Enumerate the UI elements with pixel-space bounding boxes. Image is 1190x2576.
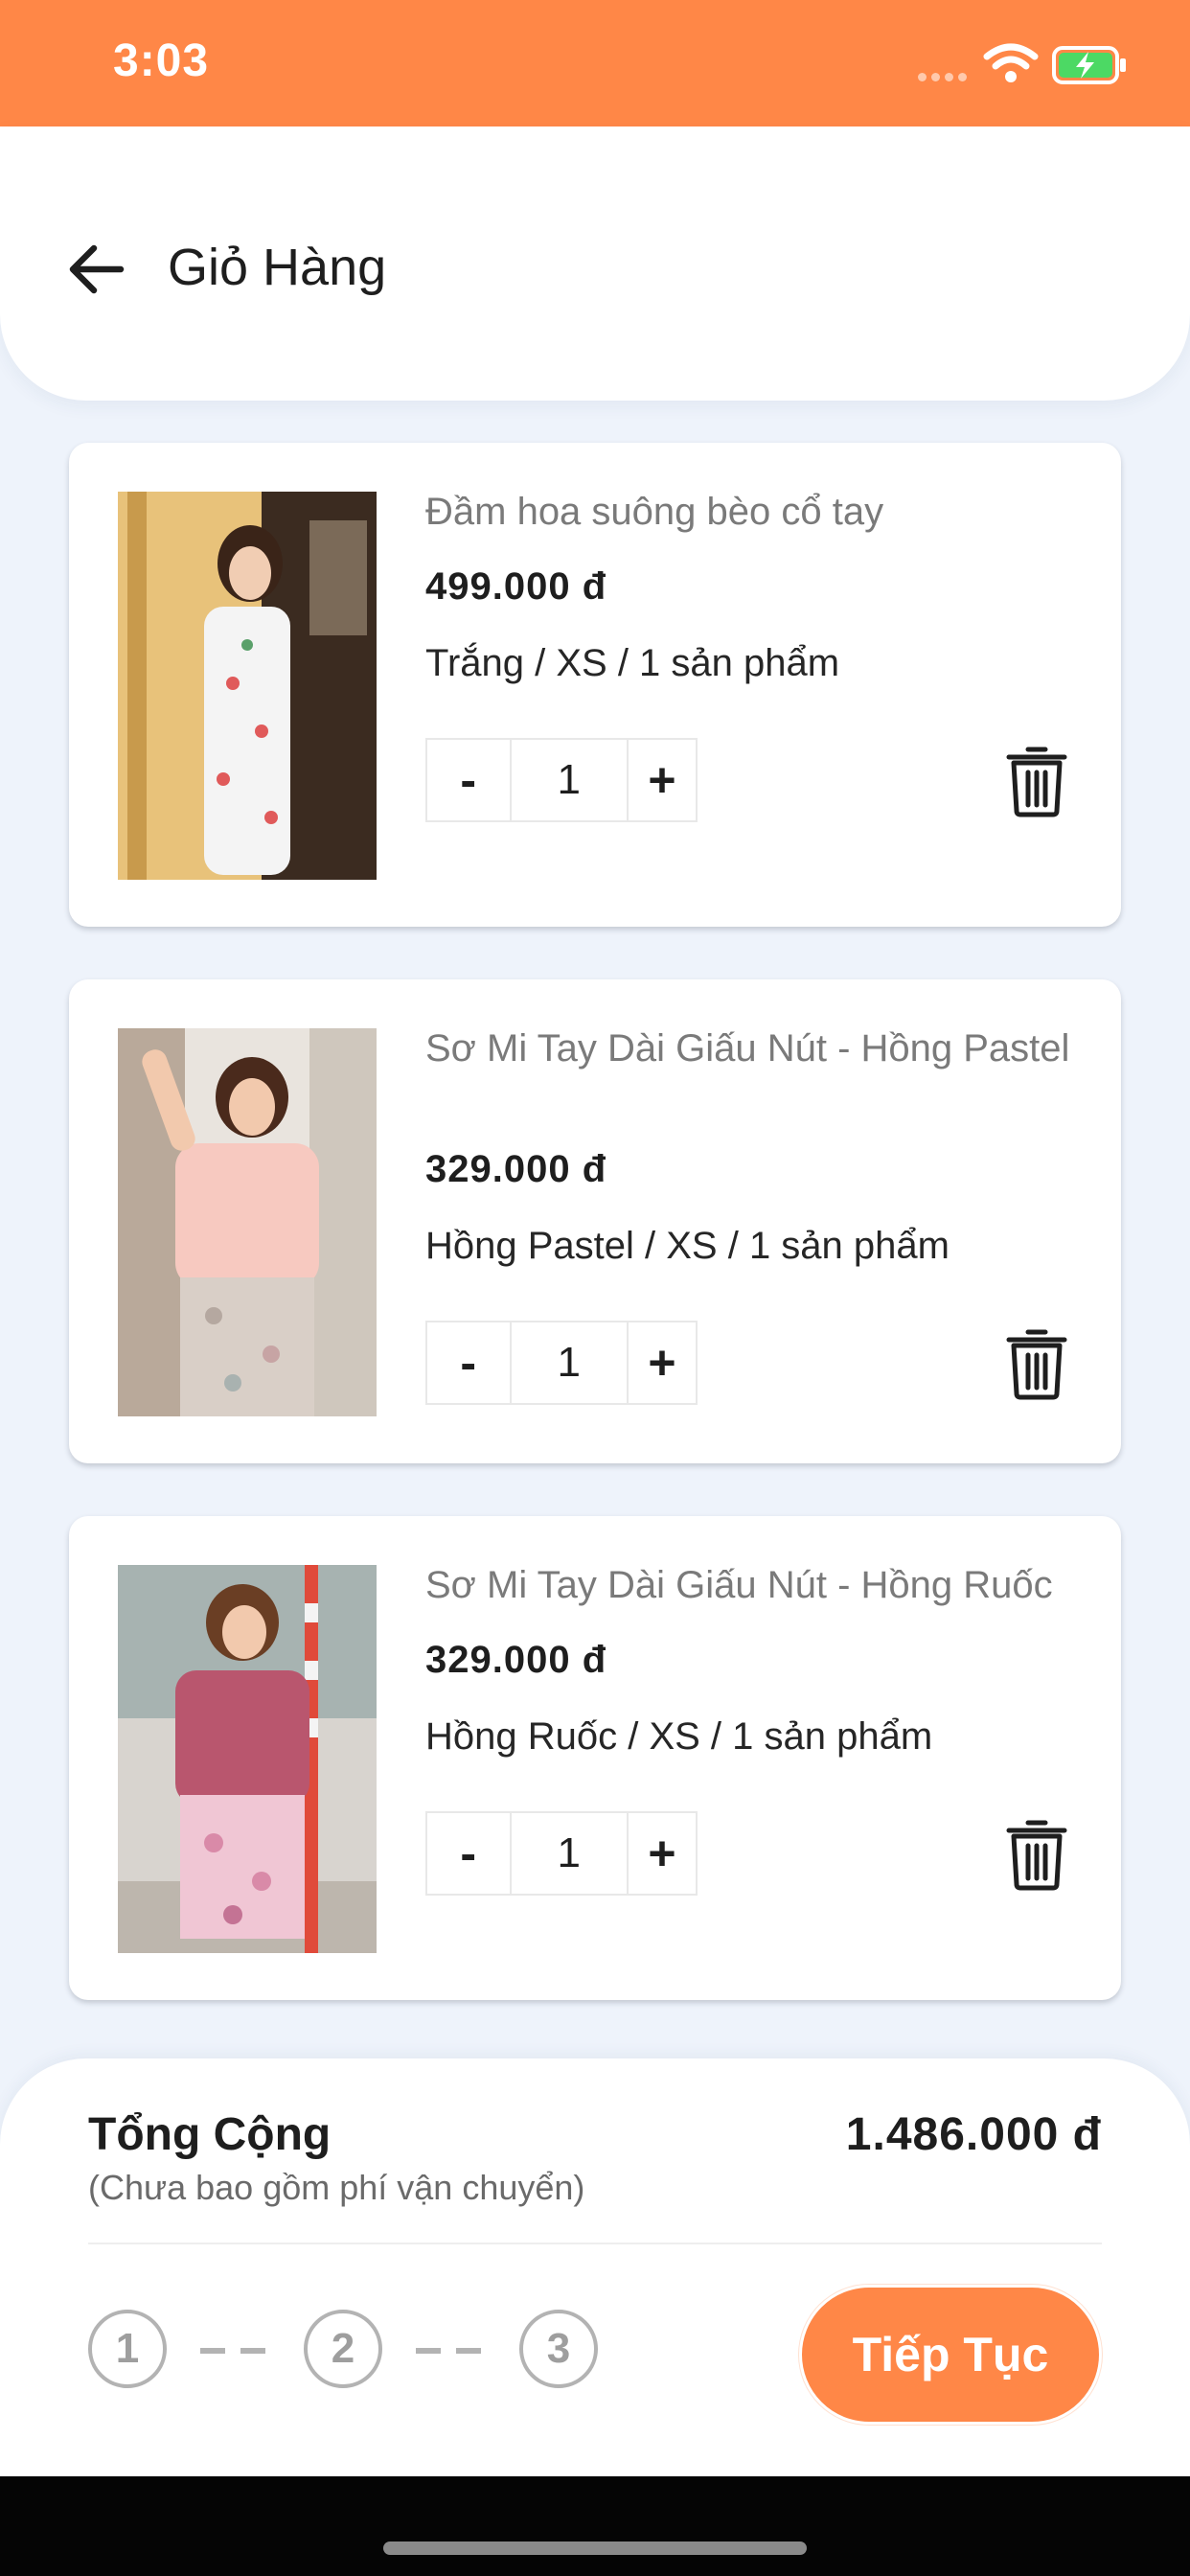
quantity-stepper: - 1 +	[425, 1811, 698, 1896]
delete-item-button[interactable]	[1003, 742, 1070, 818]
product-variant: Trắng / XS / 1 sản phẩm	[425, 642, 840, 684]
product-name[interactable]: Sơ Mi Tay Dài Giấu Nút - Hồng Ruốc	[425, 1562, 1096, 1608]
checkout-panel: Tổng Cộng (Chưa bao gồm phí vận chuyển) …	[0, 2058, 1190, 2476]
header: Giỏ Hàng	[0, 126, 1190, 401]
increase-quantity-button[interactable]: +	[629, 740, 696, 820]
delete-item-button[interactable]	[1003, 1324, 1070, 1401]
page-title: Giỏ Hàng	[168, 239, 387, 296]
decrease-quantity-button[interactable]: -	[427, 740, 510, 820]
trash-icon	[1006, 1329, 1067, 1400]
quantity-value: 1	[509, 1813, 629, 1894]
quantity-value: 1	[509, 1322, 629, 1403]
product-price: 499.000 đ	[425, 565, 607, 608]
increase-quantity-button[interactable]: +	[629, 1322, 696, 1403]
signal-dots-icon	[918, 73, 972, 82]
status-time: 3:03	[113, 35, 210, 86]
trash-icon	[1006, 1820, 1067, 1891]
product-variant: Hồng Ruốc / XS / 1 sản phẩm	[425, 1715, 933, 1758]
increase-quantity-button[interactable]: +	[629, 1813, 696, 1894]
quantity-stepper: - 1 +	[425, 1321, 698, 1405]
arrow-left-icon	[69, 244, 125, 294]
decrease-quantity-button[interactable]: -	[427, 1813, 510, 1894]
home-indicator[interactable]	[383, 2542, 807, 2555]
trash-icon	[1006, 747, 1067, 817]
cart-item: Đầm hoa suông bèo cổ tay 499.000 đ Trắng…	[69, 443, 1121, 927]
product-image[interactable]	[118, 492, 377, 880]
total-amount: 1.486.000 đ	[845, 2109, 1102, 2160]
status-bar: 3:03	[0, 0, 1190, 126]
continue-button[interactable]: Tiếp Tục	[799, 2285, 1102, 2425]
checkout-step-3: 3	[519, 2310, 598, 2388]
product-name[interactable]: Sơ Mi Tay Dài Giấu Nút - Hồng Pastel	[425, 1025, 1096, 1071]
home-bar	[0, 2476, 1190, 2576]
total-label: Tổng Cộng	[88, 2109, 332, 2160]
checkout-step-2: 2	[304, 2310, 382, 2388]
product-image[interactable]	[118, 1028, 377, 1416]
decrease-quantity-button[interactable]: -	[427, 1322, 510, 1403]
battery-charging-icon	[1052, 46, 1126, 84]
product-price: 329.000 đ	[425, 1639, 607, 1681]
product-name[interactable]: Đầm hoa suông bèo cổ tay	[425, 489, 1096, 535]
quantity-stepper: - 1 +	[425, 738, 698, 822]
product-image[interactable]	[118, 1565, 377, 1953]
step-connector	[416, 2348, 483, 2354]
total-note: (Chưa bao gồm phí vận chuyển)	[88, 2168, 585, 2207]
cart-item: Sơ Mi Tay Dài Giấu Nút - Hồng Pastel 329…	[69, 979, 1121, 1463]
delete-item-button[interactable]	[1003, 1815, 1070, 1892]
step-connector	[200, 2348, 267, 2354]
product-price: 329.000 đ	[425, 1148, 607, 1190]
product-variant: Hồng Pastel / XS / 1 sản phẩm	[425, 1225, 950, 1267]
wifi-icon	[983, 43, 1039, 82]
checkout-step-1: 1	[88, 2310, 167, 2388]
divider	[88, 2242, 1102, 2244]
cart-item: Sơ Mi Tay Dài Giấu Nút - Hồng Ruốc 329.0…	[69, 1516, 1121, 2000]
quantity-value: 1	[509, 740, 629, 820]
back-button[interactable]	[59, 230, 138, 309]
